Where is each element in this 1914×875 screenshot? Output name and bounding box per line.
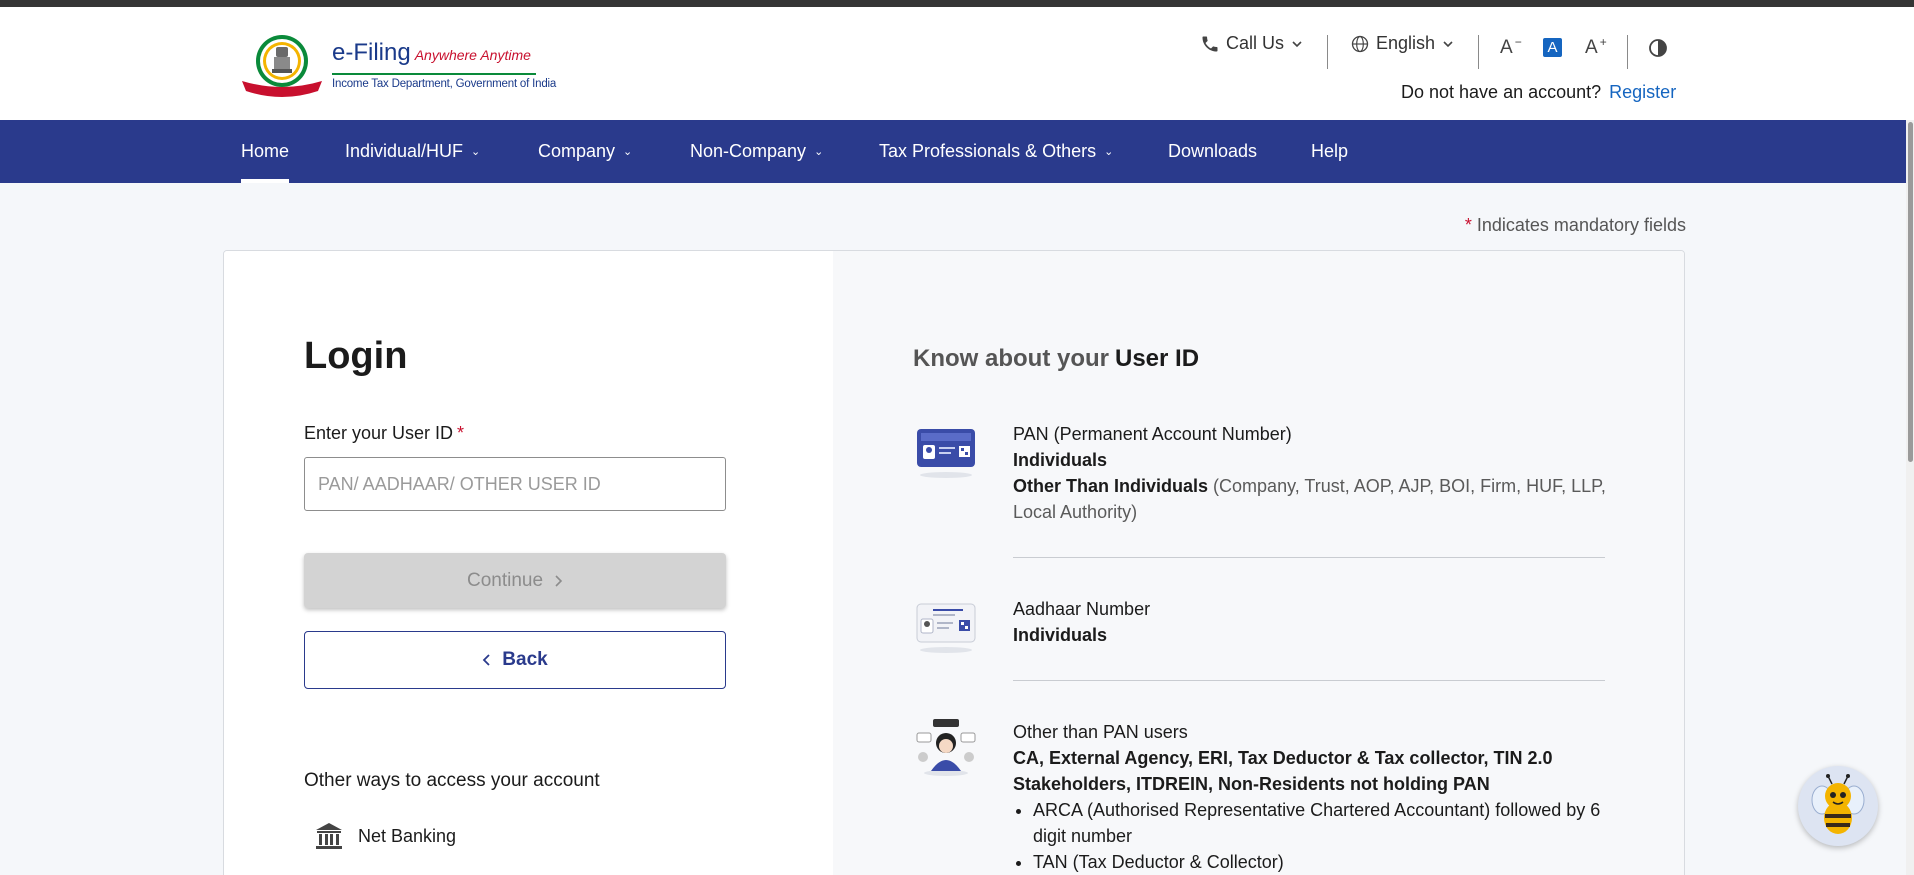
pan-card-icon (917, 429, 975, 478)
aadhaar-line-individuals: Individuals (1013, 625, 1108, 645)
net-banking-option[interactable]: Net Banking (314, 821, 456, 851)
pan-info-text: PAN (Permanent Account Number) Individua… (1013, 421, 1613, 525)
register-link[interactable]: Register (1609, 82, 1676, 102)
user-id-input[interactable] (304, 457, 726, 511)
chevron-right-icon (555, 574, 563, 587)
chevron-down-icon: ⌄ (1104, 146, 1114, 158)
divider (1478, 35, 1479, 69)
font-decrease-label: A (1500, 37, 1513, 58)
know-user-id-title: Know about your User ID (913, 345, 1200, 372)
logo-title: e-Filing Anywhere Anytime (332, 39, 531, 66)
aadhaar-card-icon (916, 603, 976, 653)
nav-item-non-company[interactable]: Non-Company ⌄ (690, 120, 823, 183)
font-increase-button[interactable]: A + (1585, 35, 1607, 59)
pan-heading: PAN (Permanent Account Number) (1013, 424, 1292, 444)
language-label: English (1376, 33, 1436, 53)
plus-icon: + (1599, 35, 1607, 49)
other-users-info-text: Other than PAN users CA, External Agency… (1013, 719, 1613, 875)
nav-item-downloads[interactable]: Downloads (1168, 120, 1257, 183)
contrast-icon (1649, 39, 1667, 57)
back-button[interactable]: Back (304, 631, 726, 689)
divider (1013, 680, 1605, 681)
minus-icon: − (1514, 35, 1522, 49)
pan-line-others: Other Than Individuals (Company, Trust, … (1013, 476, 1606, 522)
mandatory-note: * Indicates mandatory fields (1464, 215, 1686, 235)
other-users-icon (916, 719, 976, 776)
chevron-down-icon (1292, 40, 1302, 47)
other-users-heading: Other than PAN users (1013, 722, 1188, 742)
top-strip (0, 0, 1914, 7)
efiling-logo[interactable]: e-Filing Anywhere Anytime Income Tax Depa… (240, 33, 556, 99)
language-dropdown[interactable]: English (1350, 33, 1455, 54)
continue-button[interactable]: Continue (304, 553, 726, 608)
account-prompt: Do not have an account? Register (1401, 82, 1677, 102)
divider (1627, 35, 1628, 69)
bank-icon (316, 823, 342, 849)
logo-tagline: Anywhere Anytime (414, 47, 531, 63)
user-id-info-panel: Know about your User ID PAN (Permanent Ac… (833, 251, 1684, 875)
list-item: TAN (Tax Deductor & Collector) (1033, 849, 1613, 875)
divider (1013, 557, 1605, 558)
divider (1327, 35, 1328, 69)
logo-subtitle: Income Tax Department, Government of Ind… (332, 78, 557, 90)
nav-item-tax-professionals[interactable]: Tax Professionals & Others ⌄ (879, 120, 1113, 183)
list-item: ARCA (Authorised Representative Chartere… (1033, 797, 1613, 849)
pan-line-individuals: Individuals (1013, 450, 1108, 470)
emblem-icon (242, 35, 322, 97)
globe-icon (1351, 35, 1369, 52)
chevron-left-icon (483, 654, 490, 666)
login-title: Login (304, 335, 408, 377)
phone-icon (1202, 36, 1218, 51)
nav-item-help[interactable]: Help (1311, 120, 1348, 183)
other-ways-title: Other ways to access your account (304, 770, 600, 791)
nav-item-home[interactable]: Home (241, 120, 290, 183)
other-users-list: CA, External Agency, ERI, Tax Deductor &… (1013, 748, 1553, 794)
chevron-down-icon: ⌄ (471, 146, 481, 158)
font-normal-button[interactable]: A (1543, 38, 1562, 57)
user-id-label: Enter your User ID * (304, 423, 465, 443)
contrast-toggle[interactable] (1648, 38, 1668, 58)
chevron-down-icon: ⌄ (814, 146, 824, 158)
scrollbar-thumb[interactable] (1908, 122, 1913, 462)
font-increase-label: A (1585, 37, 1598, 58)
chevron-down-icon: ⌄ (623, 146, 633, 158)
call-us-dropdown[interactable]: Call Us (1200, 33, 1304, 54)
other-users-bullets: ARCA (Authorised Representative Chartere… (1033, 797, 1613, 875)
login-card: Login Enter your User ID* Continue Back … (223, 250, 1685, 875)
site-header: e-Filing Anywhere Anytime Income Tax Depa… (0, 7, 1914, 120)
bee-mascot-icon (1811, 774, 1865, 834)
aadhaar-heading: Aadhaar Number (1013, 599, 1151, 619)
nav-item-company[interactable]: Company ⌄ (538, 120, 632, 183)
font-normal-label: A (1543, 38, 1562, 57)
main-nav: Home Individual/HUF ⌄ Company ⌄ Non-Compan… (0, 120, 1914, 183)
call-us-label: Call Us (1226, 33, 1285, 53)
chevron-down-icon (1443, 40, 1453, 47)
logo-underline (332, 73, 536, 75)
font-decrease-button[interactable]: A − (1500, 35, 1522, 59)
login-panel: Login Enter your User ID* Continue Back … (224, 251, 833, 875)
nav-item-individual-huf[interactable]: Individual/HUF ⌄ (345, 120, 480, 183)
aadhaar-info-text: Aadhaar Number Individuals (1013, 596, 1613, 648)
chatbot-button[interactable] (1798, 766, 1878, 846)
